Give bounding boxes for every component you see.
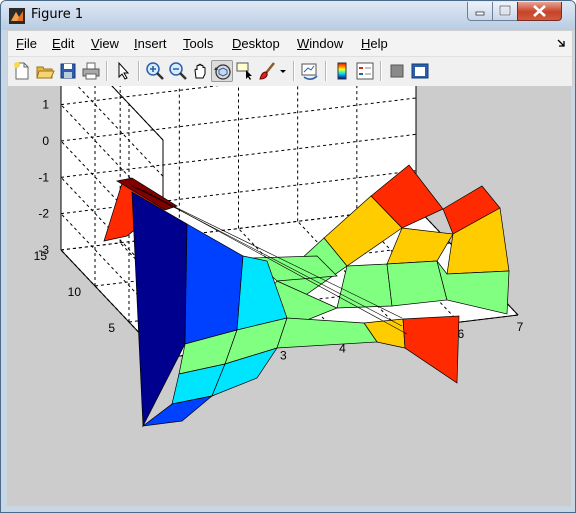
open-file-button[interactable] — [34, 60, 56, 82]
zoom-out-icon — [169, 62, 187, 80]
menu-help[interactable]: Help — [361, 36, 388, 51]
menu-desktop[interactable]: Desktop — [232, 36, 280, 51]
dock-arrow-icon[interactable] — [557, 39, 567, 49]
menu-file[interactable]: File — [16, 36, 37, 51]
y-tick-label: 10 — [68, 285, 82, 299]
brush-icon — [259, 62, 275, 80]
legend-icon — [356, 62, 374, 80]
show-plot-tools-button[interactable] — [409, 60, 431, 82]
menu-tools[interactable]: Tools — [183, 36, 213, 51]
maximize-button[interactable] — [492, 2, 518, 21]
maximize-icon — [498, 4, 512, 17]
pan-button[interactable] — [190, 60, 212, 82]
colorbar-button[interactable] — [331, 60, 353, 82]
surface-patch — [386, 260, 448, 307]
select-arrow-icon — [118, 61, 130, 80]
brush-dropdown[interactable] — [278, 60, 288, 82]
rotate-3d-icon — [214, 64, 231, 80]
data-cursor-button[interactable] — [234, 60, 256, 82]
link-plot-button[interactable] — [299, 60, 321, 82]
toolbar-separator — [380, 61, 382, 81]
x-tick-label: 7 — [517, 320, 524, 334]
minimize-button[interactable] — [467, 2, 493, 21]
zoom-in-icon — [146, 62, 164, 80]
figure-window: Figure 1 File Edit View Insert Tools Des… — [0, 0, 576, 513]
menu-window[interactable]: Window — [297, 36, 343, 51]
figure-toolbar — [7, 56, 573, 87]
link-plot-icon — [301, 63, 318, 80]
z-tick-label: -3 — [38, 243, 49, 257]
print-button[interactable] — [80, 60, 102, 82]
save-button[interactable] — [57, 60, 79, 82]
z-tick-label: 0 — [42, 134, 49, 148]
brush-button[interactable] — [257, 60, 279, 82]
close-button[interactable] — [517, 2, 562, 21]
rotate-3d-button[interactable] — [211, 60, 233, 82]
window-title: Figure 1 — [31, 7, 84, 22]
matlab-logo-icon — [9, 8, 25, 24]
toolbar-separator — [106, 61, 108, 81]
hide-plot-tools-icon — [390, 64, 404, 78]
menu-insert[interactable]: Insert — [134, 36, 167, 51]
pan-hand-icon — [194, 63, 206, 79]
x-tick-label: 3 — [280, 349, 287, 363]
new-figure-button[interactable] — [11, 60, 33, 82]
minimize-icon — [475, 11, 485, 16]
toolbar-separator — [138, 61, 140, 81]
menu-edit[interactable]: Edit — [52, 36, 74, 51]
menu-view[interactable]: View — [91, 36, 119, 51]
title-bar[interactable]: Figure 1 — [1, 1, 575, 30]
show-plot-tools-icon — [411, 63, 429, 79]
menu-bar: File Edit View Insert Tools Desktop Wind… — [7, 30, 573, 57]
save-icon — [60, 63, 76, 79]
toolbar-separator — [293, 61, 295, 81]
data-cursor-icon — [236, 62, 252, 80]
brush-dropdown-icon — [280, 70, 286, 73]
edit-plot-button[interactable] — [112, 60, 134, 82]
z-tick-label: 1 — [42, 98, 49, 112]
surface-plot[interactable]: 1234567051015-3-2-10123 — [7, 86, 571, 506]
hide-plot-tools-button[interactable] — [386, 60, 408, 82]
colorbar-icon — [337, 62, 347, 80]
legend-button[interactable] — [354, 60, 376, 82]
surface-patch — [402, 315, 460, 384]
figure-canvas[interactable]: 1234567051015-3-2-10123 — [7, 86, 571, 506]
z-tick-label: -2 — [38, 207, 49, 221]
toolbar-separator — [325, 61, 327, 81]
zoom-in-button[interactable] — [144, 60, 166, 82]
print-icon — [82, 62, 100, 80]
close-icon — [533, 5, 546, 17]
new-figure-icon — [14, 62, 29, 80]
open-file-icon — [36, 66, 55, 79]
zoom-out-button[interactable] — [167, 60, 189, 82]
z-tick-label: -1 — [38, 170, 49, 184]
y-tick-label: 5 — [108, 321, 115, 335]
